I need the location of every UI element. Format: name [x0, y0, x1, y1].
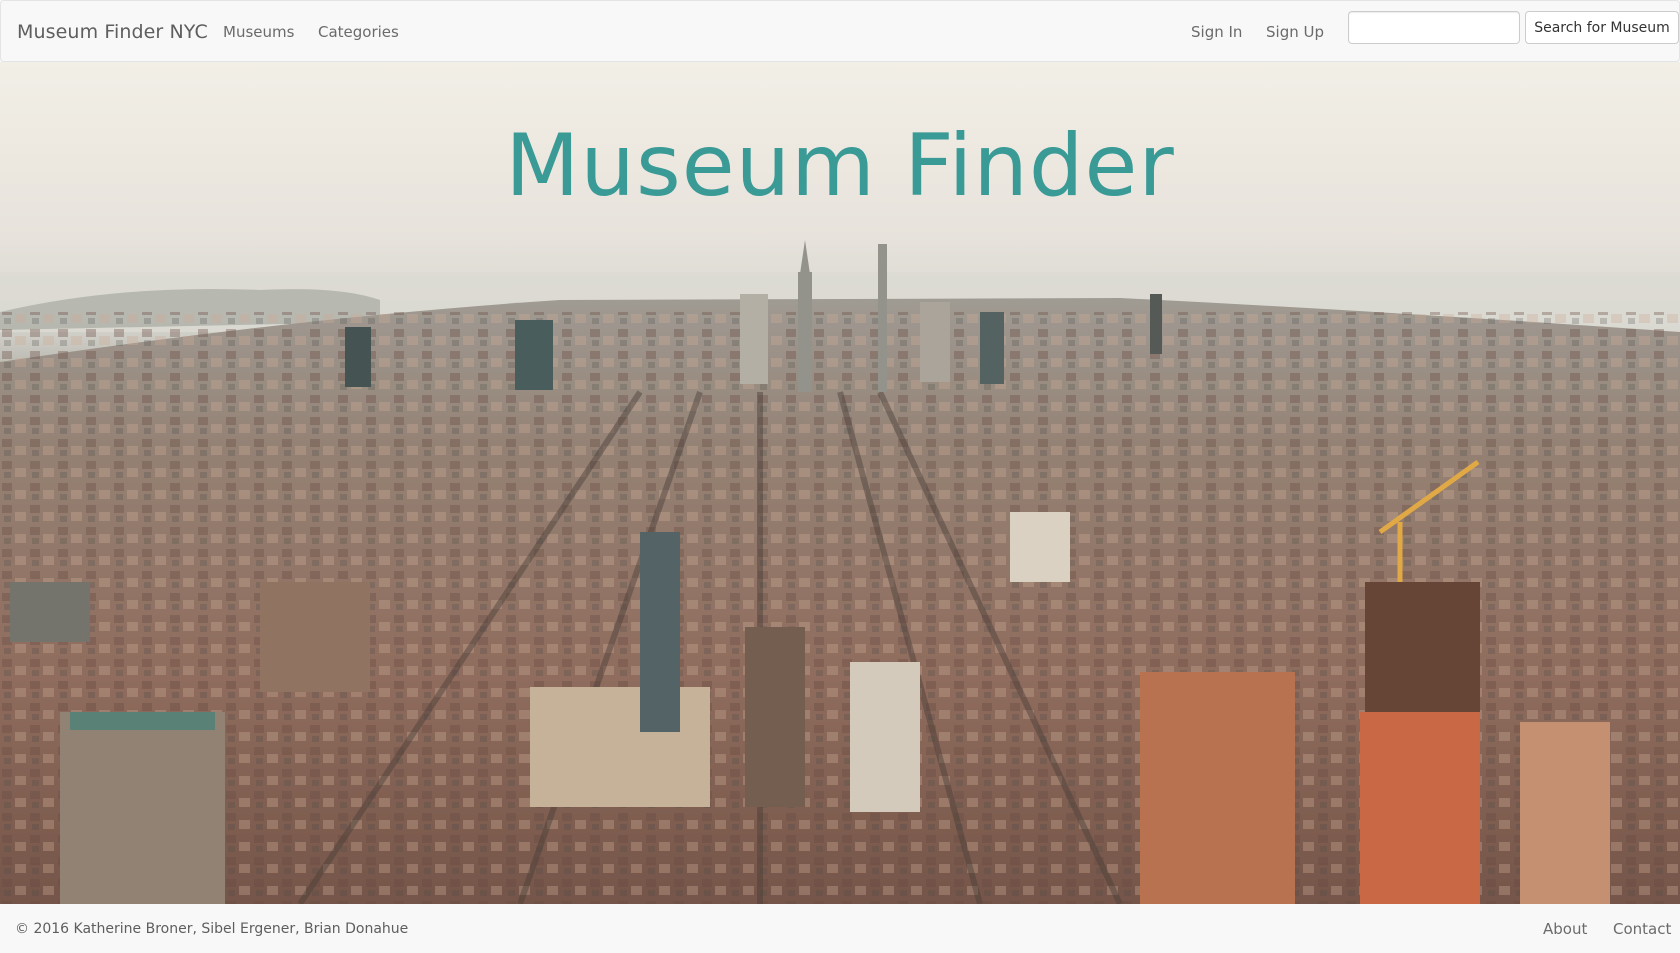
hero-title: Museum Finder	[505, 116, 1175, 216]
nav-museums-link[interactable]: Museums	[223, 1, 294, 63]
search-button[interactable]: Search for Museum	[1525, 11, 1679, 44]
top-navbar: Museum Finder NYC Museums Categories Sig…	[0, 0, 1680, 62]
nav-categories-link[interactable]: Categories	[318, 1, 399, 63]
footer-contact-link[interactable]: Contact	[1613, 904, 1671, 953]
brand-link[interactable]: Museum Finder NYC	[17, 1, 208, 63]
hero-banner: Museum Finder	[0, 62, 1680, 904]
footer-about-link[interactable]: About	[1543, 904, 1587, 953]
sign-up-link[interactable]: Sign Up	[1266, 1, 1324, 63]
sign-in-link[interactable]: Sign In	[1191, 1, 1242, 63]
page-footer: © 2016 Katherine Broner, Sibel Ergener, …	[0, 904, 1680, 953]
copyright-text: © 2016 Katherine Broner, Sibel Ergener, …	[15, 920, 409, 937]
search-input[interactable]	[1348, 11, 1520, 44]
